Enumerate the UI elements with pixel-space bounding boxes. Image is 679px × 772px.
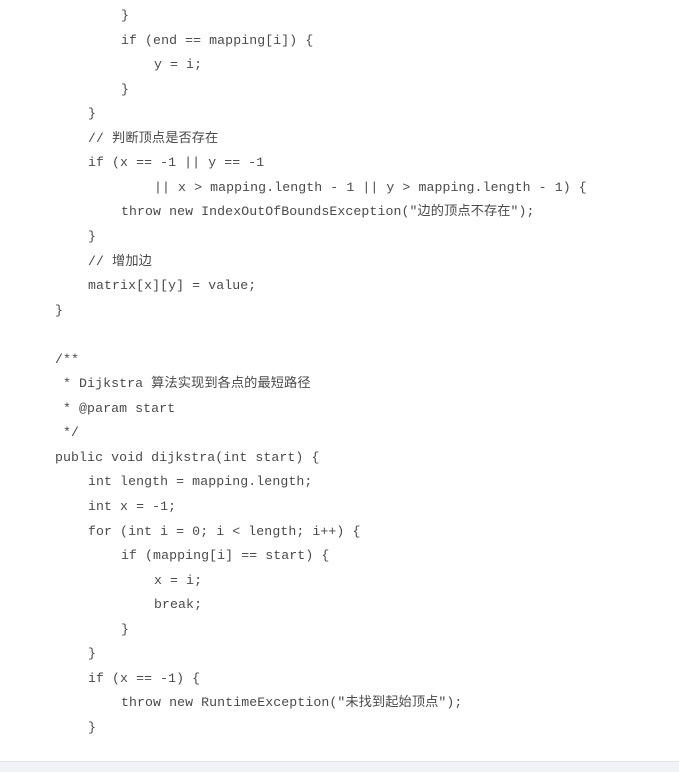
code-line: for (int i = 0; i < length; i++) { bbox=[88, 523, 361, 539]
code-comment-line: * @param start bbox=[55, 400, 176, 416]
code-line: if (x == -1 || y == -1 bbox=[88, 155, 265, 171]
code-line: || x > mapping.length - 1 || y > mapping… bbox=[154, 179, 587, 195]
code-line: int length = mapping.length; bbox=[88, 474, 313, 490]
code-line: throw new RuntimeException("未找到起始顶点"); bbox=[121, 695, 463, 711]
code-line: } bbox=[121, 81, 130, 97]
code-line: } bbox=[88, 646, 97, 662]
code-line: public void dijkstra(int start) { bbox=[55, 449, 320, 465]
code-line: matrix[x][y] = value; bbox=[88, 278, 257, 294]
code-comment-line: /** bbox=[55, 351, 80, 367]
code-line: } bbox=[121, 621, 130, 637]
code-line: y = i; bbox=[154, 57, 203, 73]
code-line: throw new IndexOutOfBoundsException("边的顶… bbox=[121, 204, 535, 220]
code-comment-line: * Dijkstra 算法实现到各点的最短路径 bbox=[55, 376, 311, 392]
code-line: if (mapping[i] == start) { bbox=[121, 548, 330, 564]
code-line: if (x == -1) { bbox=[88, 670, 201, 686]
code-line: if (end == mapping[i]) { bbox=[121, 32, 314, 48]
code-comment-line: */ bbox=[55, 425, 80, 441]
code-line: break; bbox=[154, 597, 203, 613]
code-comment-line: // 增加边 bbox=[88, 253, 152, 269]
code-line: x = i; bbox=[154, 572, 203, 588]
code-page: } if (end == mapping[i]) { y = i;}} // 判断顶点… bbox=[0, 0, 679, 762]
code-line: int x = -1; bbox=[88, 499, 177, 514]
code-line: } bbox=[121, 8, 130, 23]
bottom-strip bbox=[0, 761, 679, 772]
code-line: } bbox=[88, 719, 97, 735]
code-line: } bbox=[88, 106, 97, 122]
code-line: } bbox=[55, 302, 64, 318]
code-comment-line: // 判断顶点是否存在 bbox=[88, 130, 219, 146]
code-line: } bbox=[88, 228, 97, 244]
